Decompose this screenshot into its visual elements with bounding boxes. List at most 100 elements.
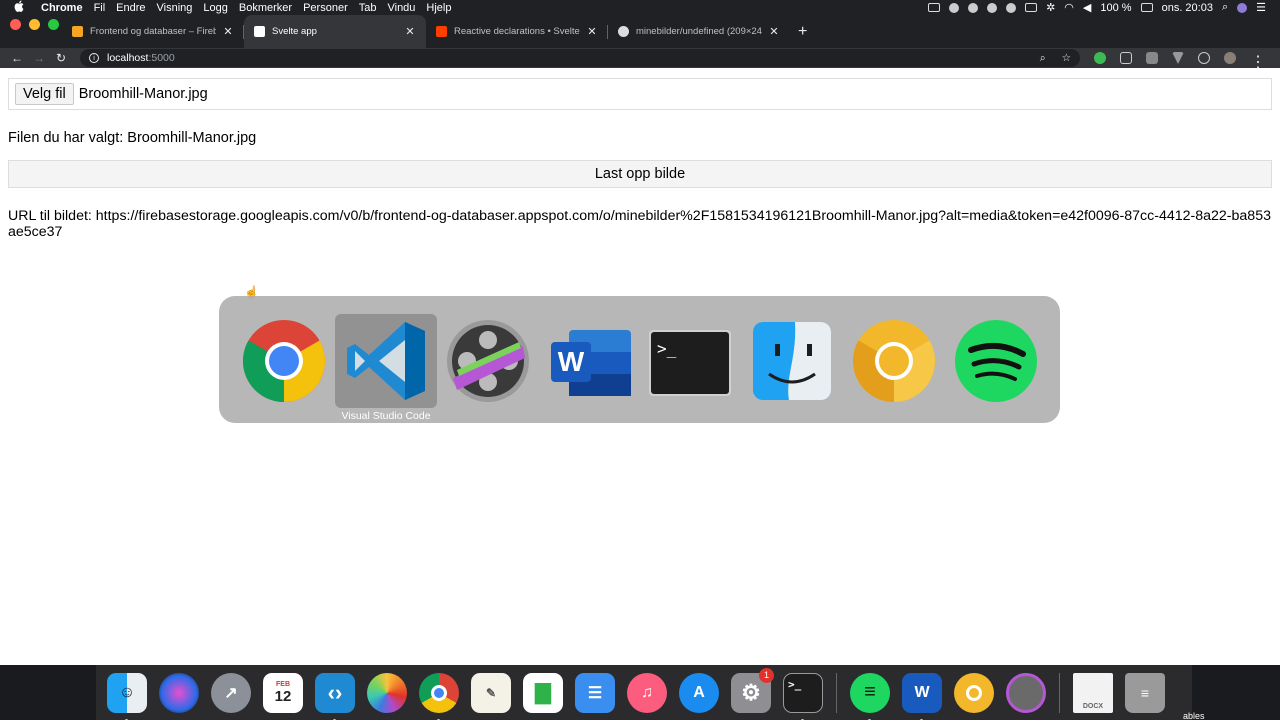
menu-vindu[interactable]: Vindu: [387, 2, 415, 14]
chrome-icon: [419, 672, 459, 713]
extensions-area: ⋮: [1094, 52, 1266, 71]
dock-calendar[interactable]: FEB 12: [260, 670, 306, 716]
choose-file-button[interactable]: Velg fil: [15, 83, 74, 105]
vpn-icon[interactable]: [1006, 2, 1017, 13]
dock-launchpad[interactable]: ↗: [208, 670, 254, 716]
textedit-icon: ✎: [471, 672, 511, 713]
close-tab-icon[interactable]: ✕: [586, 25, 598, 38]
tab-firebase[interactable]: Frontend og databaser – Fireba ✕: [62, 15, 244, 48]
numbers-chart-icon: ▇: [523, 672, 563, 713]
upload-image-button[interactable]: Last opp bilde: [8, 160, 1272, 188]
finder-icon: ☺: [107, 672, 147, 713]
kebab-menu-icon[interactable]: ⋮: [1250, 52, 1266, 71]
menu-fil[interactable]: Fil: [94, 2, 106, 14]
file-input[interactable]: Velg fil Broomhill-Manor.jpg: [8, 78, 1272, 110]
dock-chrome[interactable]: [416, 670, 462, 720]
dock-music[interactable]: ♫: [624, 670, 670, 716]
creative-cloud-icon[interactable]: [968, 2, 979, 13]
volume-icon[interactable]: ◀: [1083, 1, 1091, 14]
close-window-button[interactable]: [10, 19, 21, 30]
cloud-icon[interactable]: [987, 2, 998, 13]
switcher-app-chrome-canary[interactable]: [843, 314, 945, 408]
menu-logg[interactable]: Logg: [203, 2, 227, 14]
dock-vscode[interactable]: ‹›: [312, 670, 358, 720]
spotify-icon: [952, 317, 1040, 405]
dock-word[interactable]: W: [899, 670, 945, 720]
siri-icon[interactable]: [1237, 2, 1248, 13]
menu-app-name[interactable]: Chrome: [41, 2, 83, 14]
dock-trash[interactable]: ≡: [1122, 670, 1168, 716]
forward-arrow-icon[interactable]: →: [28, 51, 50, 65]
switcher-app-spotify[interactable]: [945, 314, 1047, 408]
dock-terminal[interactable]: >_: [780, 670, 826, 720]
airplay-icon[interactable]: [1025, 3, 1038, 12]
switcher-app-terminal[interactable]: >_: [639, 314, 741, 408]
switcher-selected-label: Visual Studio Code: [341, 410, 431, 422]
extension-green-icon[interactable]: [1094, 52, 1106, 64]
switcher-app-word[interactable]: W: [539, 314, 641, 408]
tab-minebilder[interactable]: minebilder/undefined (209×24 ✕: [608, 15, 790, 48]
zoom-icon[interactable]: ⌕: [1040, 52, 1046, 65]
finder-icon: [748, 317, 836, 405]
screen-record-icon[interactable]: [928, 3, 941, 12]
document-icon: DOCX: [1073, 672, 1113, 713]
notification-center-icon[interactable]: ☰: [1256, 1, 1266, 14]
switcher-app-chrome[interactable]: [233, 314, 335, 408]
bookmark-star-icon[interactable]: ☆: [1062, 52, 1071, 65]
react-devtools-icon[interactable]: [1198, 52, 1210, 64]
bluetooth-icon[interactable]: ✲: [1046, 1, 1055, 14]
dock-final-cut[interactable]: [1003, 670, 1049, 716]
tab-svelte-tutorial[interactable]: Reactive declarations • Svelte ✕: [426, 15, 608, 48]
dock-system-preferences[interactable]: ⚙ 1: [728, 667, 774, 716]
dock-finder[interactable]: ☺: [104, 670, 150, 720]
switcher-app-finder[interactable]: [741, 314, 843, 408]
reload-icon[interactable]: ↻: [50, 51, 72, 65]
menu-personer[interactable]: Personer: [303, 2, 348, 14]
notification-badge: 1: [759, 667, 774, 683]
terminal-icon: >_: [783, 672, 823, 713]
terminal-icon: >_: [646, 317, 734, 405]
dock-photos[interactable]: [364, 670, 410, 716]
pocket-icon[interactable]: [1120, 52, 1132, 64]
menu-bokmerker[interactable]: Bokmerker: [239, 2, 292, 14]
vue-devtools-icon[interactable]: [1172, 52, 1184, 64]
dock-app-store[interactable]: A: [676, 670, 722, 716]
battery-icon: [1140, 3, 1153, 12]
zoom-window-button[interactable]: [48, 19, 59, 30]
profile-avatar[interactable]: [1224, 52, 1236, 64]
dock-siri[interactable]: [156, 670, 202, 716]
menu-visning[interactable]: Visning: [157, 2, 193, 14]
close-tab-icon[interactable]: ✕: [222, 25, 234, 38]
close-tab-icon[interactable]: ✕: [404, 25, 416, 38]
dock-chrome-canary[interactable]: [951, 670, 997, 716]
dropbox-icon[interactable]: [949, 2, 960, 13]
new-tab-button[interactable]: +: [790, 23, 815, 48]
rocket-icon: ↗: [211, 672, 251, 713]
back-arrow-icon[interactable]: ←: [6, 51, 28, 65]
dock-spotify[interactable]: ≡: [847, 670, 893, 720]
image-url-text: URL til bildet: https://firebasestorage.…: [8, 208, 1271, 240]
site-info-icon[interactable]: i: [89, 53, 99, 63]
apple-icon[interactable]: [14, 0, 30, 15]
switcher-app-vscode[interactable]: Visual Studio Code: [335, 314, 437, 422]
dock-textedit[interactable]: ✎: [468, 670, 514, 716]
camera-icon[interactable]: [1146, 52, 1158, 64]
battery-percentage[interactable]: 100 %: [1100, 2, 1131, 14]
menu-tab[interactable]: Tab: [359, 2, 377, 14]
dock-keynote[interactable]: ☰: [572, 670, 618, 716]
dock-document[interactable]: DOCX: [1070, 670, 1116, 716]
menu-hjelp[interactable]: Hjelp: [426, 2, 451, 14]
address-bar[interactable]: i localhost:5000 ⌕ ☆: [80, 49, 1080, 67]
visual-studio-code-icon: ‹›: [315, 672, 355, 713]
dock-numbers[interactable]: ▇: [520, 670, 566, 716]
spotlight-icon[interactable]: ⌕: [1222, 1, 1228, 14]
close-tab-icon[interactable]: ✕: [768, 25, 780, 38]
tab-svelte-app[interactable]: Svelte app ✕: [244, 15, 426, 48]
menu-endre[interactable]: Endre: [116, 2, 145, 14]
menubar-clock[interactable]: ons. 20:03: [1162, 2, 1213, 14]
url-host: localhost: [107, 52, 149, 64]
minimize-window-button[interactable]: [29, 19, 40, 30]
wifi-icon[interactable]: ◠: [1064, 1, 1074, 14]
visual-studio-code-icon: [342, 317, 430, 405]
switcher-app-final-cut[interactable]: [437, 314, 539, 408]
